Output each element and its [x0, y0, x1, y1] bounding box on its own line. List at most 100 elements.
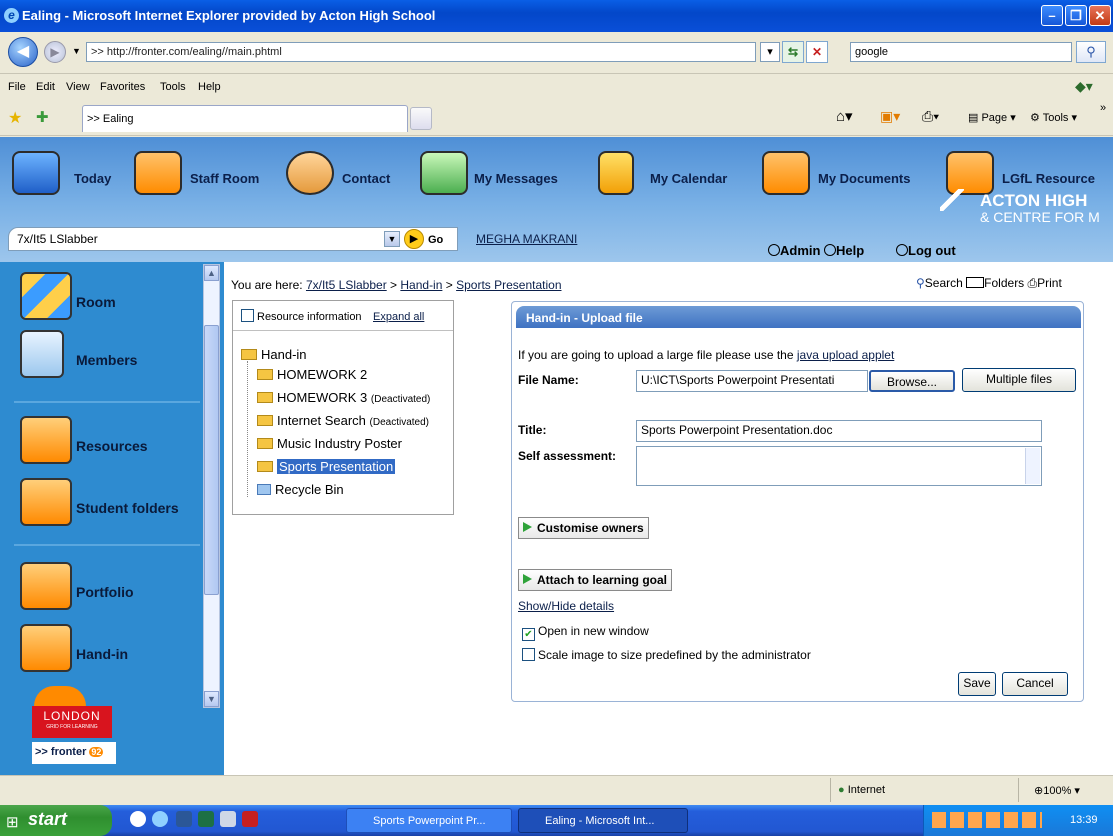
tools-menu[interactable]: ⚙ Tools ▾ [1030, 111, 1077, 124]
menu-file[interactable]: File [8, 81, 26, 93]
breadcrumb-item-hand-in[interactable]: Hand-in [400, 278, 442, 292]
sidebar-scrollbar[interactable]: ▲ ▼ [203, 264, 220, 708]
file-name-label: File Name: [518, 373, 579, 387]
self-assessment-textarea[interactable] [636, 446, 1042, 486]
window-title-bar[interactable]: e Ealing - Microsoft Internet Explorer p… [0, 0, 1113, 32]
sidebar-item-portfolio[interactable]: Portfolio [20, 562, 200, 622]
menu-view[interactable]: View [66, 81, 90, 93]
customise-owners-label: Customise owners [537, 521, 644, 535]
breadcrumb-item-room[interactable]: 7x/It5 LSlabber [306, 278, 387, 292]
page-menu[interactable]: ▤ Page ▾ [968, 111, 1016, 124]
logout-link[interactable]: Log out [896, 243, 956, 258]
nav-staff-room-label: Staff Room [190, 171, 260, 186]
home-icon[interactable]: ⌂▾ [836, 107, 853, 125]
search-tool[interactable]: Search [925, 276, 963, 290]
save-button[interactable]: Save [958, 672, 996, 696]
tree-item-music-industry-poster[interactable]: Music Industry Poster [257, 436, 402, 451]
url-dropdown-icon[interactable]: ▾ [760, 42, 780, 62]
close-button[interactable]: ✕ [1089, 5, 1111, 26]
java-upload-applet-link[interactable]: java upload applet [797, 348, 894, 362]
open-new-window-option[interactable]: ✔ Open in new window [522, 624, 649, 641]
menu-tools[interactable]: Tools [160, 81, 186, 93]
tray-icons[interactable] [932, 812, 1042, 828]
back-button[interactable]: ◀ [8, 37, 38, 67]
ie-quicklaunch-icon[interactable] [152, 811, 168, 827]
sidebar-item-student-folders[interactable]: Student folders [20, 478, 200, 538]
browser-tab[interactable]: >> Ealing [82, 105, 408, 132]
sidebar-item-room[interactable]: Room [20, 272, 200, 332]
show-hide-details-link[interactable]: Show/Hide details [518, 599, 614, 613]
resource-info-toggle[interactable]: Resource information [241, 309, 362, 323]
cancel-button[interactable]: Cancel [1002, 672, 1068, 696]
restore-button[interactable]: ❐ [1065, 5, 1087, 26]
sidebar-item-resources[interactable]: Resources [20, 416, 200, 476]
admin-link[interactable]: Admin [768, 243, 820, 258]
windows-flag-icon[interactable]: ◆▾ [1075, 78, 1093, 95]
title-input[interactable]: Sports Powerpoint Presentation.doc [636, 420, 1042, 442]
school-subtitle: & CENTRE FOR M [980, 209, 1100, 225]
stop-icon[interactable]: ✕ [806, 41, 828, 63]
menu-edit[interactable]: Edit [36, 81, 55, 93]
scale-image-checkbox[interactable] [522, 648, 535, 661]
desktop-icon[interactable] [130, 811, 146, 827]
textarea-scrollbar[interactable] [1025, 448, 1040, 484]
excel-icon[interactable] [198, 811, 214, 827]
search-input[interactable]: google [850, 42, 1072, 62]
group-select-dropdown-icon[interactable]: ▼ [384, 231, 400, 247]
tree-root[interactable]: Hand-in [241, 347, 307, 362]
expand-all-link[interactable]: Expand all [373, 311, 424, 323]
tree-item-note: (Deactivated) [370, 394, 431, 405]
multiple-files-button[interactable]: Multiple files [962, 368, 1076, 392]
app-icon[interactable] [242, 811, 258, 827]
favorites-star-icon[interactable]: ★ [8, 108, 22, 128]
url-input[interactable]: >> http://fronter.com/ealing//main.phtml [86, 42, 756, 62]
help-link[interactable]: Help [824, 243, 864, 258]
add-favorite-icon[interactable]: ✚ [36, 108, 49, 126]
task-ealing-ie[interactable]: Ealing - Microsoft Int... [518, 808, 688, 833]
tree-item-recycle-bin[interactable]: Recycle Bin [257, 482, 344, 497]
tree-item-homework-2[interactable]: HOMEWORK 2 [257, 367, 367, 382]
search-go-icon[interactable]: ⚲ [1076, 41, 1106, 63]
resource-info-checkbox[interactable] [241, 309, 254, 322]
top-navigation: Today Staff Room Contact My Messages My … [0, 137, 1113, 262]
history-dropdown-icon[interactable]: ▼ [72, 46, 81, 56]
browse-button[interactable]: Browse... [869, 370, 955, 392]
new-tab-button[interactable] [410, 107, 432, 130]
sidebar-item-hand-in[interactable]: Hand-in [20, 624, 200, 684]
print-icon: ⎙ [1027, 276, 1038, 290]
sidebar-item-members[interactable]: Members [20, 330, 200, 390]
menu-favorites[interactable]: Favorites [100, 81, 145, 93]
task-word-document[interactable]: Sports Powerpoint Pr... [346, 808, 512, 833]
clock[interactable]: 13:39 [1070, 814, 1098, 826]
go-button[interactable]: Go [428, 234, 443, 246]
scroll-thumb[interactable] [204, 325, 219, 595]
refresh-icon[interactable]: ⇆ [782, 41, 804, 63]
go-arrow-icon[interactable]: ▶ [404, 229, 424, 249]
print-tool[interactable]: Print [1037, 276, 1062, 290]
customise-owners-button[interactable]: Customise owners [518, 517, 649, 539]
tree-item-internet-search[interactable]: Internet Search (Deactivated) [257, 413, 429, 428]
file-name-input[interactable]: U:\ICT\Sports Powerpoint Presentati [636, 370, 868, 392]
forward-button[interactable]: ▶ [44, 41, 66, 63]
breadcrumb-item-sports-presentation[interactable]: Sports Presentation [456, 278, 561, 292]
tree-item-homework-3[interactable]: HOMEWORK 3 (Deactivated) [257, 390, 430, 405]
resource-info-label: Resource information [257, 311, 362, 323]
feeds-icon[interactable]: ▣▾ [880, 108, 900, 125]
menu-help[interactable]: Help [198, 81, 221, 93]
chevron-more-icon[interactable]: » [1100, 102, 1106, 114]
attach-learning-goal-label: Attach to learning goal [537, 573, 668, 587]
word-icon[interactable] [176, 811, 192, 827]
print-icon[interactable]: ⎙▾ [922, 108, 939, 125]
scroll-down-icon[interactable]: ▼ [204, 691, 219, 707]
open-new-window-checkbox[interactable]: ✔ [522, 628, 535, 641]
minimize-button[interactable]: – [1041, 5, 1063, 26]
zoom-level[interactable]: ⊕100% ▾ [1034, 784, 1080, 797]
scroll-up-icon[interactable]: ▲ [204, 265, 219, 281]
tree-item-sports-presentation[interactable]: Sports Presentation [257, 459, 396, 474]
folders-tool[interactable]: Folders [984, 276, 1024, 290]
sidebar-item-room-label: Room [76, 294, 116, 310]
window-icon[interactable] [220, 811, 236, 827]
scale-image-option[interactable]: Scale image to size predefined by the ad… [522, 648, 811, 662]
attach-learning-goal-button[interactable]: Attach to learning goal [518, 569, 673, 591]
user-name-link[interactable]: MEGHA MAKRANI [476, 232, 577, 246]
